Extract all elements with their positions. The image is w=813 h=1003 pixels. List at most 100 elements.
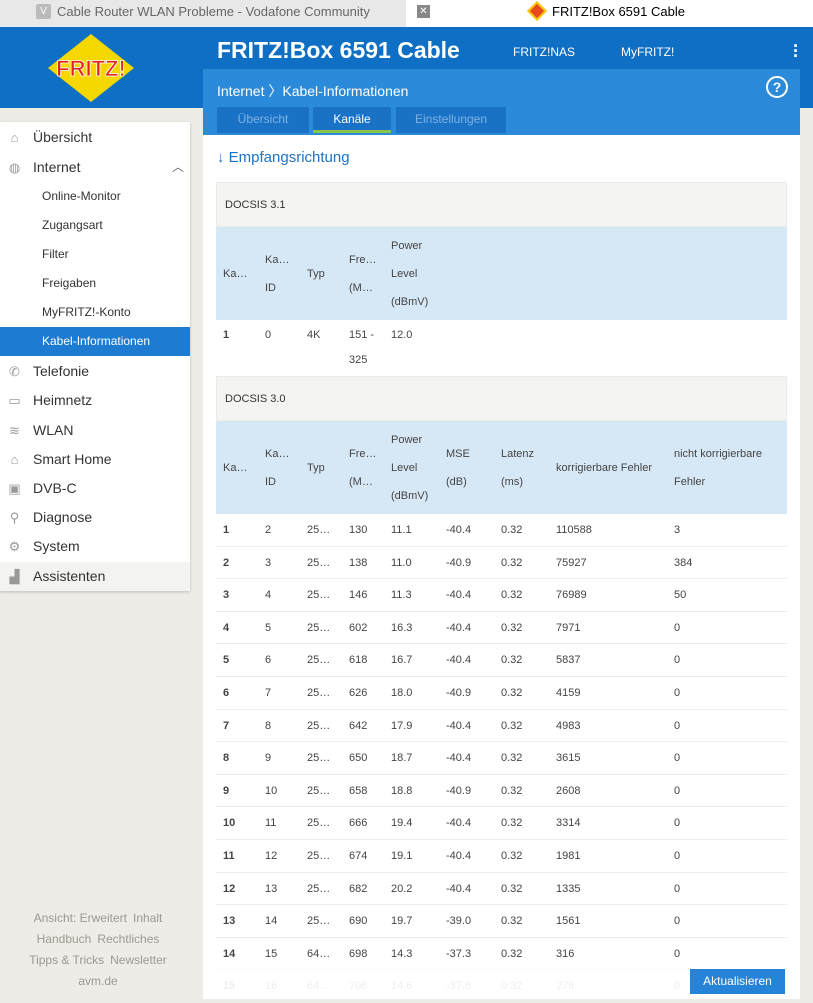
sidebar-item-online-monitor[interactable]: Online-Monitor bbox=[0, 182, 190, 211]
sidebar-item-myfritz-konto[interactable]: MyFRITZ!-Konto bbox=[0, 298, 190, 327]
table-cell: 5837 bbox=[556, 654, 581, 667]
column-header[interactable]: Ka… bbox=[223, 260, 247, 288]
table-cell: 25… bbox=[307, 556, 331, 569]
column-header[interactable]: (M… bbox=[349, 468, 373, 496]
footer-link[interactable]: avm.de bbox=[78, 974, 117, 988]
table-cell: 2608 bbox=[556, 784, 581, 797]
table-row: 7 8 25… 642 17.9 -40.4 0.32 4983 0 bbox=[216, 710, 787, 743]
column-header[interactable]: (dBmV) bbox=[391, 482, 428, 510]
table-cell: 0.32 bbox=[501, 589, 523, 602]
column-header[interactable]: Power bbox=[391, 232, 422, 260]
column-header[interactable]: (M… bbox=[349, 274, 373, 302]
table-cell: 2 bbox=[265, 524, 272, 536]
column-header[interactable]: ID bbox=[265, 274, 276, 302]
footer-link[interactable]: Tipps & Tricks bbox=[29, 953, 104, 967]
sidebar-item-zugangsart[interactable]: Zugangsart bbox=[0, 211, 190, 240]
table-cell: -40.9 bbox=[446, 784, 472, 797]
column-header[interactable]: nicht korrigierbare bbox=[674, 440, 762, 468]
vodafone-favicon-icon: V bbox=[36, 4, 51, 19]
fritznas-link[interactable]: FRITZ!NAS bbox=[513, 45, 575, 59]
footer-link[interactable]: Ansicht: Erweitert bbox=[34, 911, 127, 925]
svg-text:FRITZ!: FRITZ! bbox=[56, 56, 126, 81]
table-cell: 7971 bbox=[556, 621, 581, 634]
sidebar-item-label: Kabel-Informationen bbox=[42, 334, 151, 348]
tab-kanaele[interactable]: Kanäle bbox=[313, 107, 391, 133]
sidebar-item-telefonie[interactable]: ✆ Telefonie bbox=[0, 357, 190, 386]
table-cell: 0 bbox=[265, 329, 272, 341]
more-menu-icon[interactable]: · · · bbox=[793, 37, 799, 65]
table-header-row: Ka… Ka… ID Typ Fre… (M… Power Level (dBmV) MSE (dB… bbox=[216, 421, 787, 514]
footer-link[interactable]: Rechtliches bbox=[97, 932, 159, 946]
fritz-favicon-icon bbox=[527, 1, 547, 21]
footer-link[interactable]: Newsletter bbox=[110, 953, 167, 967]
column-header[interactable]: Level bbox=[391, 454, 417, 482]
sidebar-item-freigaben[interactable]: Freigaben bbox=[0, 269, 190, 298]
footer-link[interactable]: Handbuch bbox=[37, 932, 92, 946]
browser-tab-fritzbox[interactable]: FRITZ!Box 6591 Cable bbox=[527, 0, 685, 24]
table-cell: 50 bbox=[674, 589, 687, 602]
column-header[interactable]: Latenz bbox=[501, 440, 534, 468]
close-tab-icon[interactable]: ✕ bbox=[417, 5, 430, 18]
column-header[interactable]: (dBmV) bbox=[391, 288, 428, 316]
table-cell: 1 bbox=[223, 329, 230, 341]
table-cell: 12 bbox=[265, 850, 278, 862]
column-header[interactable]: MSE bbox=[446, 440, 470, 468]
column-header[interactable]: (dB) bbox=[446, 468, 467, 496]
table-cell: -40.4 bbox=[446, 524, 472, 536]
sidebar-item-internet[interactable]: ◍ Internet ︿ bbox=[0, 153, 190, 182]
tab-title: FRITZ!Box 6591 Cable bbox=[552, 4, 685, 19]
column-header[interactable]: Ka… bbox=[223, 454, 247, 482]
column-header[interactable]: Fre… bbox=[349, 440, 377, 468]
table-cell: -40.4 bbox=[446, 621, 472, 634]
column-header[interactable]: Power bbox=[391, 426, 422, 454]
column-header[interactable]: Level bbox=[391, 260, 417, 288]
sidebar-item-system[interactable]: ⚙ System bbox=[0, 532, 190, 561]
column-header[interactable]: Ka… bbox=[265, 440, 289, 468]
table-cell: -40.4 bbox=[446, 752, 472, 765]
table-cell: 0.32 bbox=[501, 621, 523, 634]
table-cell: 618 bbox=[349, 654, 368, 667]
sidebar-item-label: Diagnose bbox=[33, 509, 93, 525]
tab-einstellungen[interactable]: Einstellungen bbox=[396, 107, 506, 133]
column-header[interactable]: Typ bbox=[307, 260, 325, 288]
breadcrumb[interactable]: Internet 〉Kabel-Informationen bbox=[217, 81, 408, 101]
sidebar-item-assistenten[interactable]: ▟ Assistenten bbox=[0, 562, 190, 591]
chevron-up-icon[interactable]: ︿ bbox=[172, 153, 184, 182]
column-header[interactable]: Fre… bbox=[349, 246, 377, 274]
docsis-section-title: DOCSIS 3.1 bbox=[216, 182, 787, 227]
tab-uebersicht[interactable]: Übersicht bbox=[217, 107, 309, 133]
help-icon[interactable]: ? bbox=[766, 76, 788, 98]
sidebar-item-diagnose[interactable]: ⚲ Diagnose bbox=[0, 503, 190, 532]
table-cell: 650 bbox=[349, 752, 368, 765]
table-cell: 3 bbox=[265, 556, 272, 569]
column-header[interactable]: ID bbox=[265, 468, 276, 496]
sidebar-item-kabel-informationen[interactable]: Kabel-Informationen bbox=[0, 327, 190, 356]
sidebar-item--bersicht[interactable]: ⌂ Übersicht bbox=[0, 123, 190, 152]
table-cell: 19.1 bbox=[391, 850, 413, 862]
fritz-logo[interactable]: FRITZ! bbox=[48, 34, 134, 102]
table-cell: 3314 bbox=[556, 817, 581, 830]
column-header[interactable]: Fehler bbox=[674, 468, 705, 496]
table-cell: 0 bbox=[674, 784, 681, 797]
table-row: 8 9 25… 650 18.7 -40.4 0.32 3615 0 bbox=[216, 742, 787, 775]
footer-link[interactable]: Inhalt bbox=[133, 911, 162, 925]
table-cell: 25… bbox=[307, 524, 331, 536]
column-header[interactable]: Ka… bbox=[265, 246, 289, 274]
table-cell: 10 bbox=[223, 817, 236, 830]
column-header[interactable]: korrigierbare Fehler bbox=[556, 454, 652, 482]
table-cell: 3615 bbox=[556, 752, 581, 765]
sidebar-item-filter[interactable]: Filter bbox=[0, 240, 190, 269]
sidebar-icon: ◍ bbox=[8, 160, 21, 175]
column-header[interactable]: (ms) bbox=[501, 468, 523, 496]
sidebar-item-wlan[interactable]: ≋ WLAN bbox=[0, 416, 190, 445]
refresh-button[interactable]: Aktualisieren bbox=[690, 969, 785, 994]
column-header[interactable]: Typ bbox=[307, 454, 325, 482]
sidebar-item-dvb-c[interactable]: ▣ DVB-C bbox=[0, 474, 190, 503]
browser-tab-vodafone[interactable]: V Cable Router WLAN Probleme - Vodafone … bbox=[0, 0, 430, 27]
sidebar-item-label: MyFRITZ!-Konto bbox=[42, 305, 131, 319]
sidebar-icon: ⌂ bbox=[10, 452, 19, 467]
sidebar-item-smart-home[interactable]: ⌂ Smart Home bbox=[0, 445, 190, 474]
sidebar-item-heimnetz[interactable]: ▭ Heimnetz bbox=[0, 386, 190, 415]
sidebar-item-label: Übersicht bbox=[33, 129, 93, 145]
myfritz-link[interactable]: MyFRITZ! bbox=[621, 45, 674, 59]
